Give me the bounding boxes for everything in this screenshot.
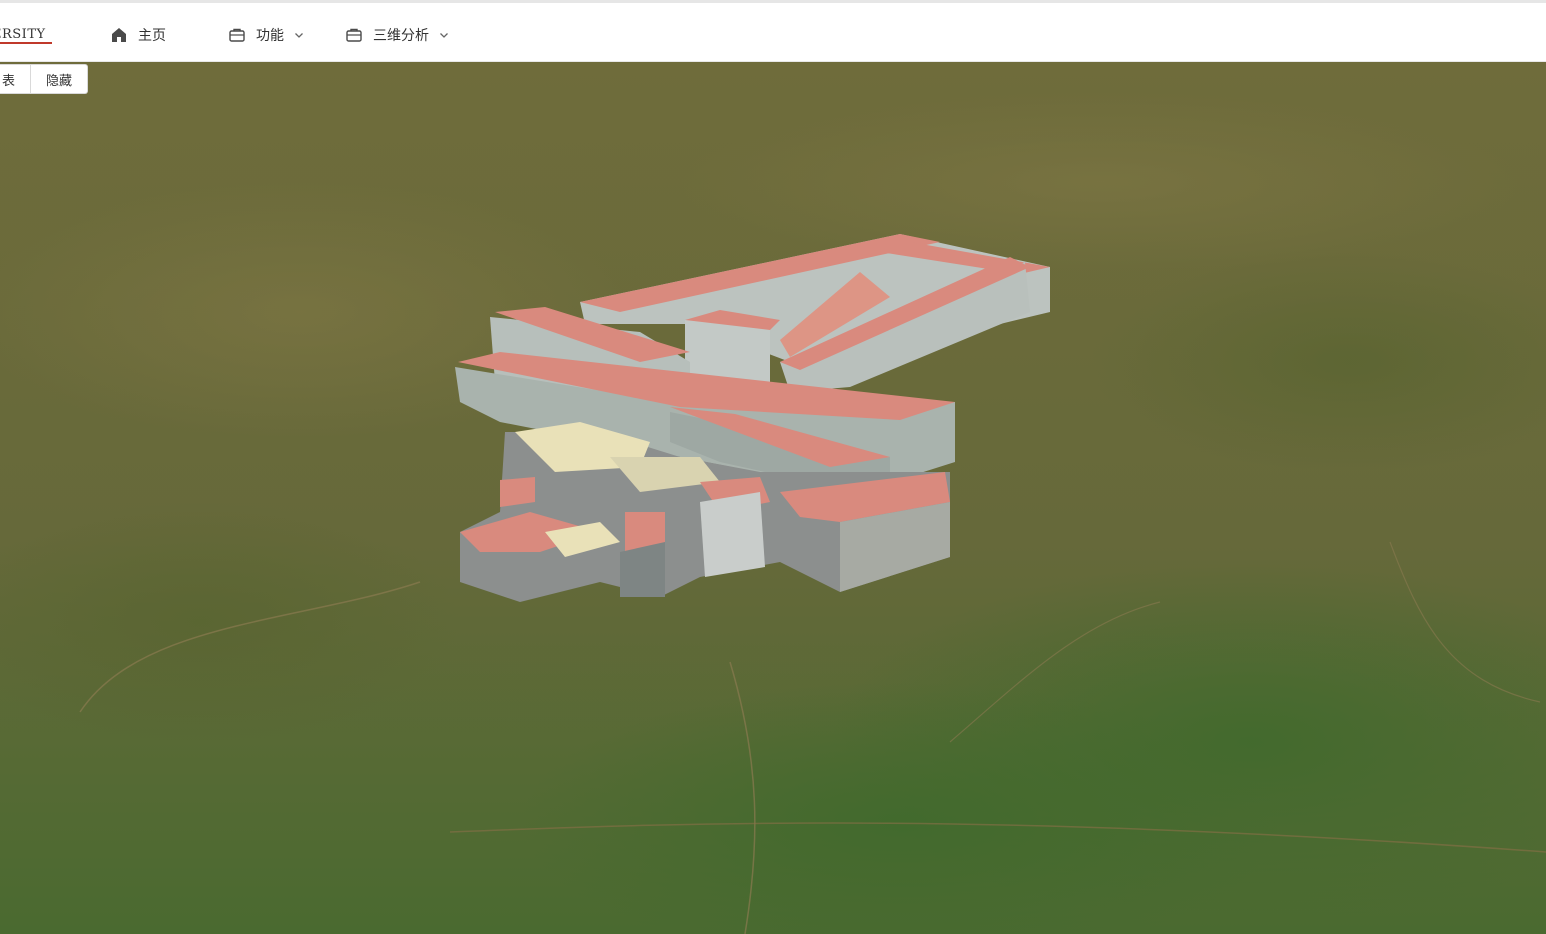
nav-functions[interactable]: 功能 [228,21,304,49]
university-logo[interactable]: ERSITY [0,27,46,42]
logo-text: ERSITY [0,27,46,42]
home-icon [110,26,128,44]
terrain-patch [680,92,1520,272]
chevron-down-icon [439,30,449,40]
briefcase-icon [228,26,246,44]
briefcase-icon [345,26,363,44]
layer-toggle-group: 表 隐藏 [0,64,89,94]
nav-functions-label: 功能 [256,28,284,44]
top-navbar: ERSITY 主页 功能 三维分析 [0,0,1546,62]
building-wall [700,492,765,577]
nav-home[interactable]: 主页 [110,21,166,49]
terrain-canvas [0,62,1546,934]
nav-3d-analysis-label: 三维分析 [373,28,429,44]
building-roof [500,477,535,507]
logo-underline [0,42,52,44]
chevron-down-icon [294,30,304,40]
nav-home-label: 主页 [138,28,166,44]
nav-3d-analysis[interactable]: 三维分析 [345,21,449,49]
hide-button[interactable]: 隐藏 [31,64,89,94]
3d-map-viewer[interactable] [0,62,1546,934]
show-button[interactable]: 表 [0,64,32,94]
